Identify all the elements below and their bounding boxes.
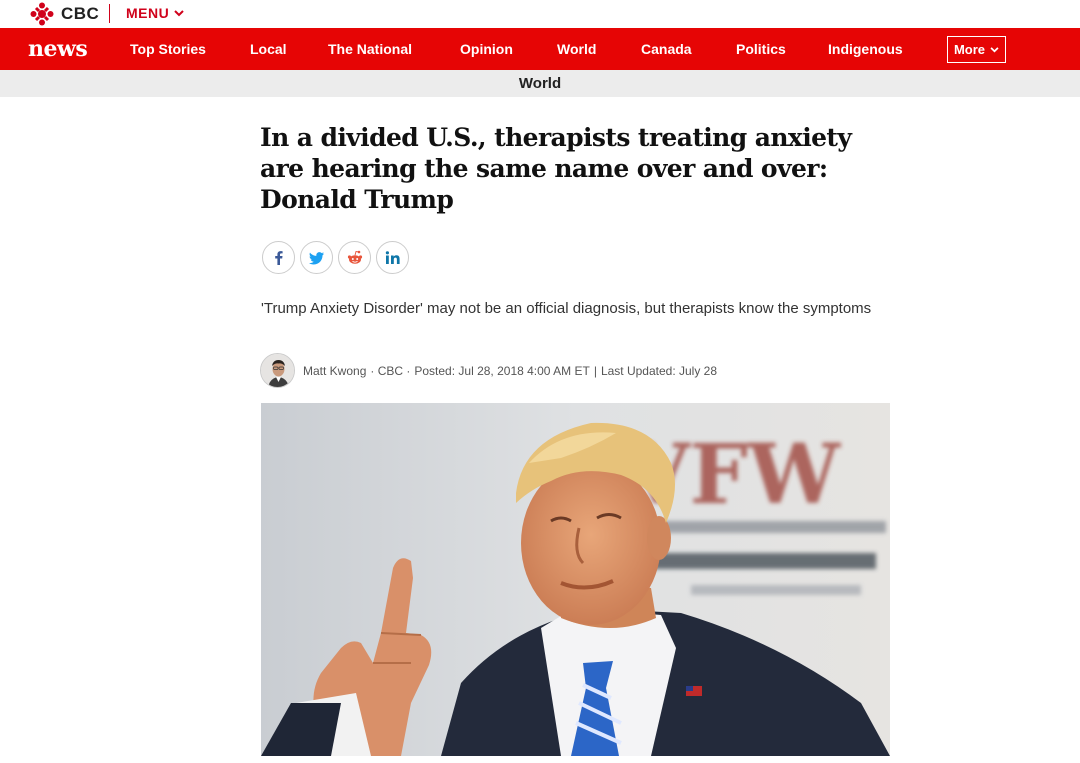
hero-image: VFW bbox=[261, 403, 890, 756]
reddit-icon bbox=[347, 250, 362, 264]
nav-item-top-stories[interactable]: Top Stories bbox=[130, 41, 206, 57]
share-reddit-button[interactable] bbox=[338, 241, 371, 274]
more-button[interactable]: More bbox=[947, 36, 1006, 63]
facebook-icon bbox=[274, 250, 283, 265]
author-avatar[interactable] bbox=[260, 353, 295, 388]
updated-date: Last Updated: July 28 bbox=[600, 364, 718, 378]
nav-item-world[interactable]: World bbox=[557, 41, 596, 57]
byline-separator: | bbox=[593, 364, 597, 378]
top-bar: CBC MENU bbox=[0, 0, 1080, 28]
author-photo-icon bbox=[261, 354, 294, 387]
chevron-down-icon bbox=[990, 46, 999, 52]
nav-item-canada[interactable]: Canada bbox=[641, 41, 692, 57]
share-facebook-button[interactable] bbox=[262, 241, 295, 274]
menu-button[interactable]: MENU bbox=[126, 5, 184, 21]
share-linkedin-button[interactable] bbox=[376, 241, 409, 274]
news-brand-link[interactable]: news bbox=[28, 36, 88, 62]
share-twitter-button[interactable] bbox=[300, 241, 333, 274]
topbar-divider bbox=[109, 4, 110, 23]
more-label: More bbox=[953, 42, 986, 57]
cbc-brand-text[interactable]: CBC bbox=[61, 4, 99, 24]
menu-label: MENU bbox=[126, 5, 170, 21]
byline-outlet: · CBC · bbox=[370, 364, 411, 378]
nav-item-the-national[interactable]: The National bbox=[328, 41, 412, 57]
posted-date: Posted: Jul 28, 2018 4:00 AM ET bbox=[414, 364, 590, 378]
nav-item-opinion[interactable]: Opinion bbox=[460, 41, 513, 57]
article-headline: In a divided U.S., therapists treating a… bbox=[260, 123, 852, 214]
main-nav: news Top Stories Local The National Opin… bbox=[0, 28, 1080, 70]
share-bar bbox=[262, 241, 409, 274]
cbc-gem-logo-icon[interactable] bbox=[30, 2, 54, 26]
nav-item-indigenous[interactable]: Indigenous bbox=[828, 41, 903, 57]
nav-item-local[interactable]: Local bbox=[250, 41, 287, 57]
linkedin-icon bbox=[385, 250, 400, 264]
hero-photo: VFW bbox=[261, 403, 890, 756]
article-deck: 'Trump Anxiety Disorder' may not be an o… bbox=[261, 300, 872, 317]
section-bar: World bbox=[0, 70, 1080, 97]
nav-item-politics[interactable]: Politics bbox=[736, 41, 786, 57]
chevron-down-icon bbox=[174, 9, 184, 16]
section-label[interactable]: World bbox=[0, 75, 1080, 92]
author-name[interactable]: Matt Kwong bbox=[303, 364, 366, 378]
byline: Matt Kwong · CBC · Posted: Jul 28, 2018 … bbox=[303, 364, 717, 378]
twitter-icon bbox=[308, 251, 324, 264]
